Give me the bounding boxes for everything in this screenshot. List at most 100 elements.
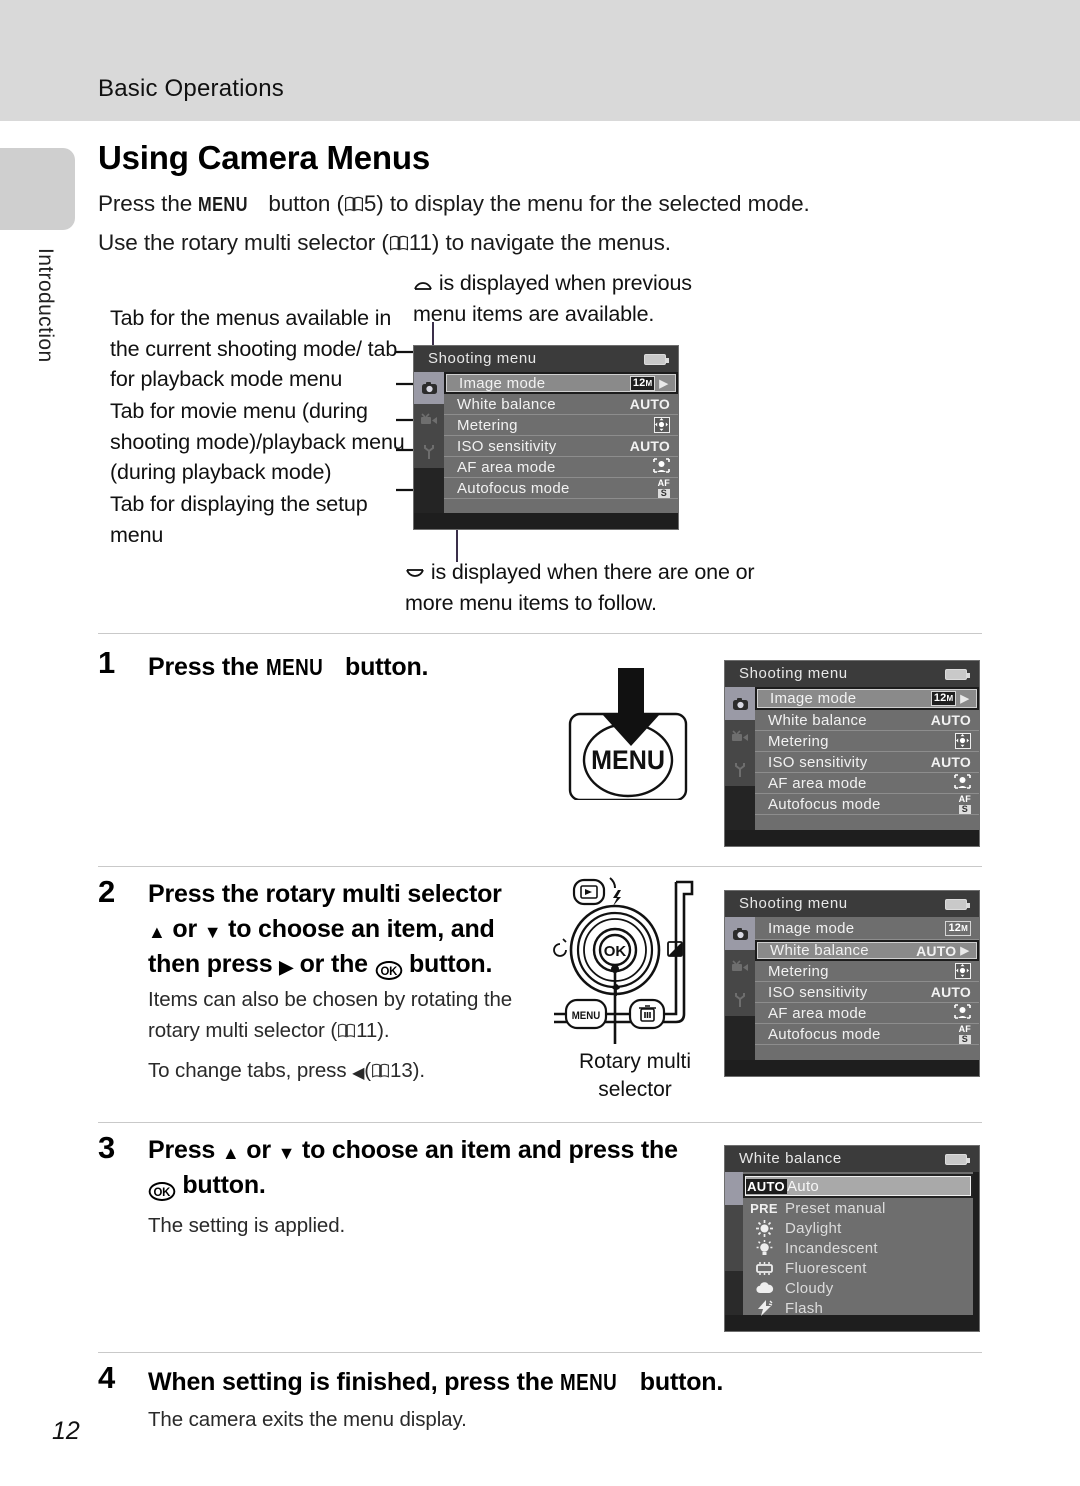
menu-row-white-balance[interactable]: White balance AUTO — [444, 394, 678, 415]
callout-previous-items-text: is displayed when previous menu items ar… — [413, 271, 692, 326]
step-1-text-a: Press the — [148, 653, 259, 681]
wb-item-daylight[interactable]: Daylight — [743, 1218, 973, 1238]
tab-movie[interactable] — [725, 950, 755, 983]
fluorescent-icon — [743, 1261, 785, 1276]
menu-rows-diagram: Image mode 12M ▶ White balance AUTO Meter… — [444, 372, 678, 513]
menu-row-value: AUTO — [930, 984, 971, 1000]
menu-row-white-balance[interactable]: White balance AUTO — [755, 710, 979, 731]
lead-1-text-c: 5) to display the menu for the selected … — [363, 191, 810, 216]
step-3-text-c: to choose an item and press the — [301, 1136, 678, 1164]
battery-icon — [945, 1154, 970, 1165]
flash-icon — [743, 1300, 785, 1316]
step-divider-3 — [98, 1122, 982, 1123]
svg-text:MENU: MENU — [572, 1011, 601, 1023]
lead-2-text-a: Use the rotary multi selector ( — [98, 230, 389, 255]
menu-row-iso-sensitivity[interactable]: ISO sensitivity AUTO — [444, 436, 678, 457]
menu-row-autofocus-mode[interactable]: Autofocus mode AF S — [444, 478, 678, 499]
menu-button-illustration: MENU — [566, 668, 706, 802]
tab-shooting[interactable] — [725, 917, 755, 950]
step-3-text-d: button. — [182, 1171, 266, 1199]
svg-text:MENU: MENU — [591, 744, 665, 775]
autofocus-mode-icon: AF S — [958, 793, 971, 814]
running-head: Basic Operations — [98, 75, 284, 102]
menu-row-value — [954, 1004, 971, 1022]
down-arrow-icon: ▼ — [203, 922, 222, 942]
menu-row-value: AUTO — [629, 396, 670, 412]
autofocus-mode-icon: AF S — [958, 1023, 971, 1044]
menu-row-value — [955, 733, 971, 749]
callout-following-items-text: is displayed when there are one or more … — [405, 560, 755, 615]
wb-preset-icon: PRE — [750, 1200, 778, 1216]
menu-rows-step2: Image mode 12M White balance AUTO ▶ Meter… — [755, 917, 979, 1060]
page-number: 12 — [52, 1417, 80, 1445]
wb-item-label: Cloudy — [785, 1279, 834, 1297]
af-area-icon — [954, 774, 971, 792]
rotary-multi-selector-illustration: OK MENU — [552, 872, 717, 1047]
menu-row-iso-sensitivity[interactable]: ISO sensitivity AUTO — [755, 752, 979, 773]
ok-button-icon: OK — [148, 1182, 175, 1201]
menu-row-metering[interactable]: Metering — [444, 415, 678, 436]
step-4-heading: When setting is finished, press the MENU… — [148, 1365, 908, 1400]
tab-setup[interactable] — [414, 436, 444, 468]
wb-item-label: Auto — [787, 1177, 820, 1195]
step-2-line-3-c: button. — [408, 950, 493, 978]
incandescent-icon — [743, 1239, 785, 1257]
menu-row-value: AUTO — [930, 712, 971, 728]
page-title: Using Camera Menus — [98, 139, 430, 176]
wb-auto-icon: AUTO — [745, 1178, 787, 1194]
book-ref-icon — [389, 232, 409, 258]
step-2-body-2: To change tabs, press ◀( 13). — [148, 1056, 568, 1089]
menu-row-image-mode[interactable]: Image mode 12M — [755, 917, 979, 940]
tab-shooting[interactable] — [414, 372, 444, 404]
menu-row-label: Image mode — [770, 690, 857, 707]
menu-row-empty — [755, 815, 979, 833]
menu-row-autofocus-mode[interactable]: Autofocus mode AF S — [755, 1024, 979, 1045]
menu-row-metering[interactable]: Metering — [755, 731, 979, 752]
white-balance-menu-screen: White balance AUTO Auto PRE Preset manua… — [724, 1145, 980, 1332]
wb-item-flash[interactable]: Flash — [743, 1298, 973, 1318]
lead-2-text-b: 11) to navigate the menus. — [408, 230, 671, 255]
step-2-body-1-ref: 11). — [356, 1018, 390, 1042]
menu-row-value — [955, 963, 971, 979]
lcd-title-bar: Shooting menu — [725, 661, 979, 687]
lcd-title-bar: Shooting menu — [414, 346, 678, 372]
menu-rows-step1: Image mode 12M ▶ White balance AUTO Meter… — [755, 687, 979, 830]
menu-row-af-area-mode[interactable]: AF area mode — [755, 1003, 979, 1024]
menu-row-value — [954, 774, 971, 792]
menu-row-label: Autofocus mode — [768, 795, 881, 813]
wb-item-preset-manual[interactable]: PRE Preset manual — [743, 1198, 973, 1218]
book-ref-icon — [337, 1018, 356, 1049]
tab-movie[interactable] — [725, 720, 755, 753]
step-4-text-b: button. — [639, 1368, 724, 1396]
lead-1-text-b: button ( — [268, 191, 344, 216]
menu-row-white-balance[interactable]: White balance AUTO ▶ — [755, 940, 979, 961]
wb-item-auto[interactable]: AUTO Auto — [743, 1174, 973, 1198]
lcd-title-bar: Shooting menu — [725, 891, 979, 917]
menu-row-metering[interactable]: Metering — [755, 961, 979, 982]
menu-row-label: ISO sensitivity — [457, 437, 557, 455]
autofocus-mode-icon: AF S — [657, 477, 670, 498]
menu-row-label: Autofocus mode — [768, 1025, 881, 1043]
menu-row-value: AUTO — [629, 438, 670, 454]
menu-row-label: Metering — [457, 416, 518, 434]
wb-item-cloudy[interactable]: Cloudy — [743, 1278, 973, 1298]
menu-row-autofocus-mode[interactable]: Autofocus mode AF S — [755, 794, 979, 815]
battery-icon — [945, 899, 970, 910]
menu-button-glyph: MENU — [198, 194, 249, 216]
wb-item-fluorescent[interactable]: Fluorescent — [743, 1258, 973, 1278]
menu-row-af-area-mode[interactable]: AF area mode — [755, 773, 979, 794]
tab-shooting[interactable] — [725, 687, 755, 720]
af-area-icon — [954, 1004, 971, 1022]
menu-row-image-mode[interactable]: Image mode 12M ▶ — [444, 372, 678, 394]
lcd-title-bar: White balance — [725, 1146, 979, 1172]
tab-setup[interactable] — [725, 753, 755, 786]
wb-item-incandescent[interactable]: Incandescent — [743, 1238, 973, 1258]
menu-row-af-area-mode[interactable]: AF area mode — [444, 457, 678, 478]
tab-movie[interactable] — [414, 404, 444, 436]
lcd-title-text: White balance — [739, 1150, 842, 1167]
menu-row-iso-sensitivity[interactable]: ISO sensitivity AUTO — [755, 982, 979, 1003]
menu-row-label: Metering — [768, 732, 829, 750]
menu-row-image-mode[interactable]: Image mode 12M ▶ — [755, 687, 979, 710]
tab-setup[interactable] — [725, 983, 755, 1016]
shooting-menu-screen-diagram: Shooting menu Image mode 12M ▶ White bala… — [413, 345, 679, 530]
